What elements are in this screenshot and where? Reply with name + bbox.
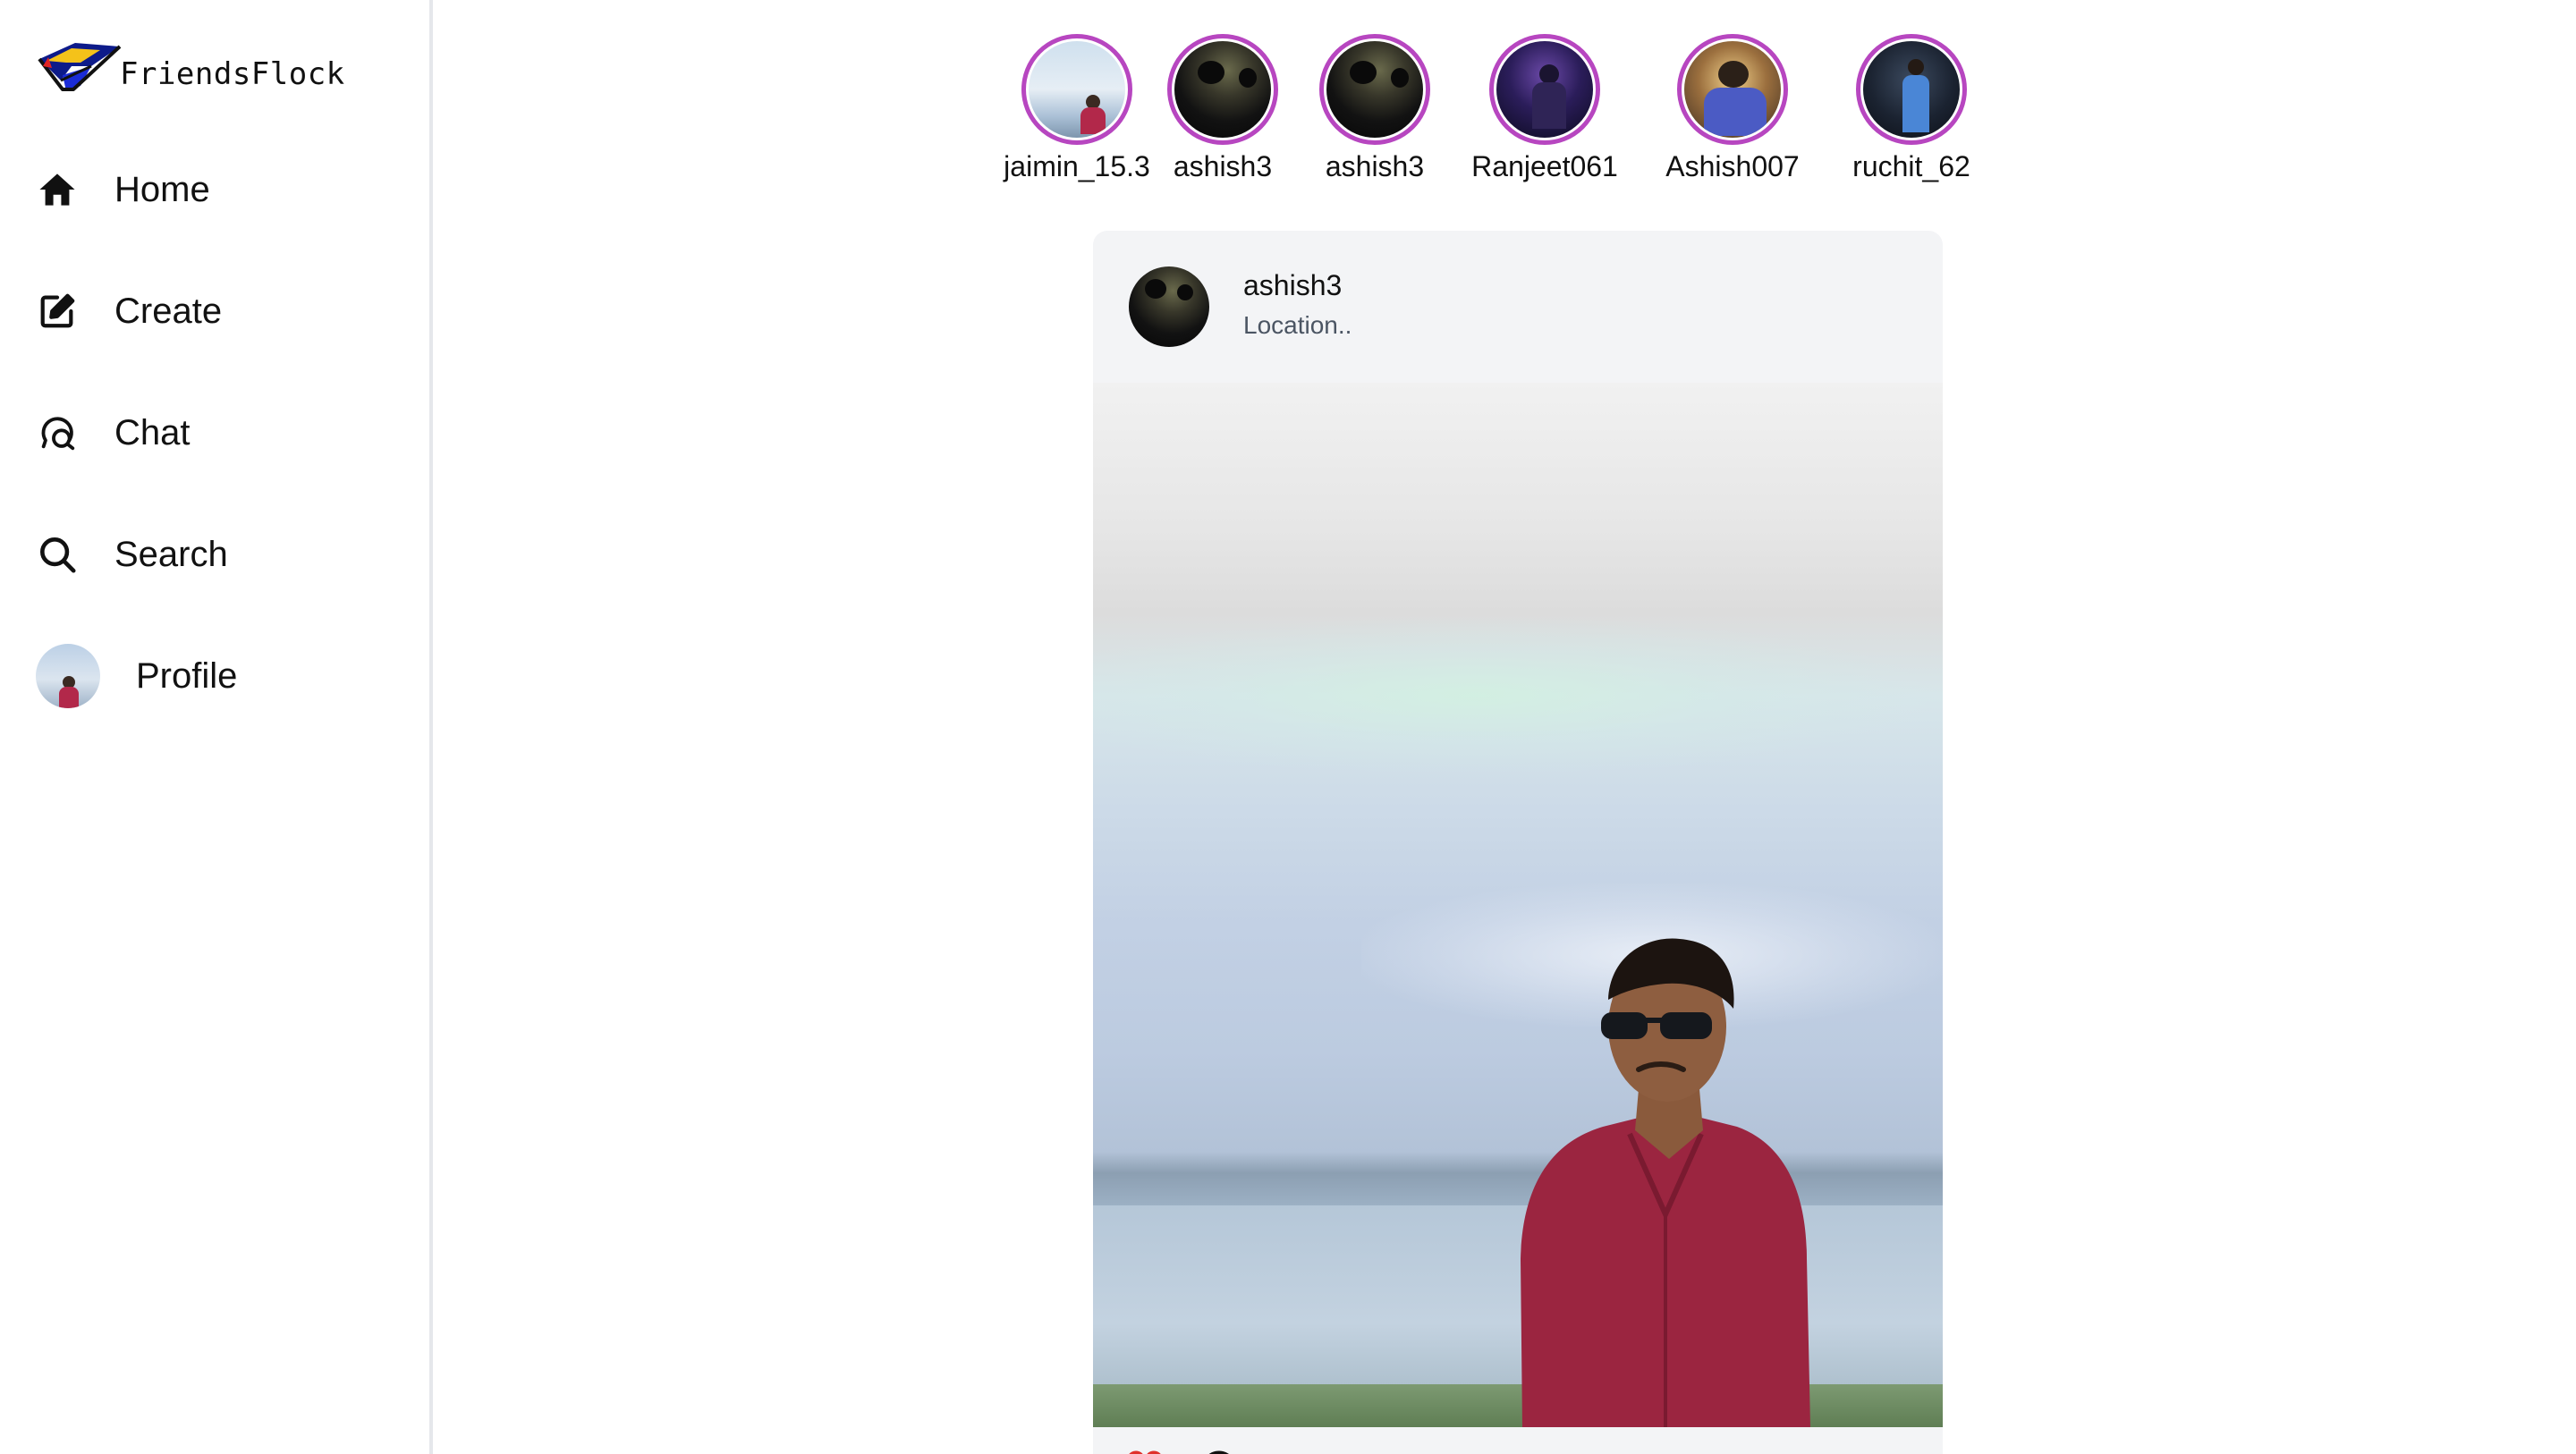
story-avatar (1174, 41, 1271, 138)
story-avatar (1326, 41, 1423, 138)
chat-icon (36, 411, 79, 454)
story-username: Ranjeet061 (1471, 150, 1618, 182)
story-username: ruchit_62 (1852, 150, 1970, 182)
home-icon (36, 168, 79, 211)
post-username[interactable]: ashish3 (1243, 269, 1352, 302)
story-ring (1489, 34, 1600, 145)
story-username: ashish3 (1325, 150, 1425, 182)
story-username: jaimin_15.3 (1004, 150, 1150, 182)
story-item[interactable]: Ranjeet061 (1451, 34, 1639, 183)
post-photo[interactable] (1093, 383, 1943, 1427)
sidebar-item-chat[interactable]: Chat (36, 397, 237, 469)
story-ring (1021, 34, 1132, 145)
story-avatar (1029, 41, 1125, 138)
post-meta: ashish3 Location.. (1243, 269, 1352, 340)
story-avatar (1684, 41, 1781, 138)
sidebar-nav: Home Create Chat Search Profile (36, 154, 237, 762)
sidebar-item-label: Chat (114, 412, 191, 452)
sidebar-item-label: Profile (136, 655, 238, 696)
story-item[interactable]: jaimin_15.3 (1004, 34, 1150, 183)
story-item[interactable]: ashish3 (1299, 34, 1451, 183)
story-username: ashish3 (1173, 150, 1273, 182)
search-icon (36, 533, 79, 576)
story-item[interactable]: ruchit_62 (1826, 34, 1996, 183)
story-item[interactable]: ashish3 (1147, 34, 1299, 183)
story-ring (1319, 34, 1430, 145)
avatar-body (59, 687, 79, 708)
sidebar: FriendsFlock Home Create Chat Search Pro… (0, 0, 433, 1454)
story-username: Ashish007 (1665, 150, 1800, 182)
sidebar-item-profile[interactable]: Profile (36, 640, 237, 712)
post-header: ashish3 Location.. (1093, 231, 1943, 383)
sidebar-item-create[interactable]: Create (36, 275, 237, 347)
story-ring (1167, 34, 1278, 145)
photo-clouds (1093, 615, 1943, 776)
brand[interactable]: FriendsFlock (36, 39, 345, 102)
story-avatar (1863, 41, 1960, 138)
avatar (36, 644, 100, 708)
story-item[interactable]: Ashish007 (1639, 34, 1826, 183)
app-root: FriendsFlock Home Create Chat Search Pro… (0, 0, 2576, 1454)
post-card: ashish3 Location.. (1093, 231, 1943, 1454)
heart-icon[interactable] (1123, 1447, 1166, 1454)
story-ring (1856, 34, 1967, 145)
story-ring (1677, 34, 1788, 145)
brand-name: FriendsFlock (120, 56, 345, 92)
sidebar-item-label: Create (114, 291, 223, 331)
post-actions (1093, 1427, 1943, 1454)
post-author-avatar[interactable] (1129, 266, 1209, 347)
photo-person (1521, 938, 1810, 1427)
stories-bar: jaimin_15.3 ashish3 ashish3 Ranjeet061 A… (1004, 34, 1996, 183)
sidebar-item-label: Home (114, 169, 210, 209)
story-avatar (1496, 41, 1593, 138)
sidebar-item-home[interactable]: Home (36, 154, 237, 225)
sidebar-item-label: Search (114, 534, 228, 574)
post-location: Location.. (1243, 310, 1352, 339)
sidebar-item-search[interactable]: Search (36, 519, 237, 590)
friendsflock-logo (38, 43, 122, 91)
comment-icon[interactable] (1197, 1447, 1240, 1454)
create-icon (36, 290, 79, 333)
